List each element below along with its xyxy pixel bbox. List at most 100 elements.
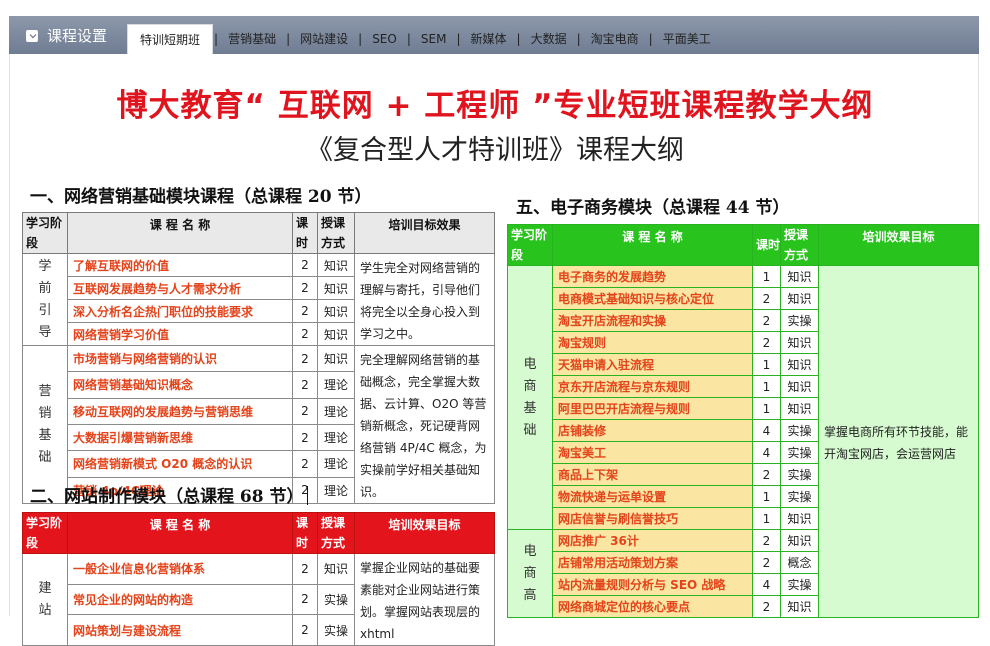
course-method: 知识 <box>780 331 819 354</box>
tab-6[interactable]: 大数据 <box>522 24 576 54</box>
text-cursor <box>306 486 308 505</box>
course-name[interactable]: 网络商城定位的核心要点 <box>552 595 753 618</box>
tab-4[interactable]: SEM <box>412 24 456 54</box>
tab-2[interactable]: 网站建设 <box>291 24 357 54</box>
table-header-row: 学习阶段课 程 名 称课时 授课方式 培训目标效果 <box>22 212 495 254</box>
tab-7[interactable]: 淘宝电商 <box>582 24 648 54</box>
course-settings-tabbar: 课程设置 特训短期班 | 营销基础 | 网站建设 | SEO | SEM | 新媒体 | 大数据 | 淘宝电… <box>9 16 979 54</box>
header-hours-label: 课时 <box>756 238 781 252</box>
course-name[interactable]: 淘宝美工 <box>552 441 753 464</box>
section-5-title: 五、电子商务模块（总课程 44 节） <box>516 198 790 218</box>
course-name[interactable]: 淘宝开店流程和实操 <box>552 309 753 332</box>
course-name[interactable]: 淘宝规则 <box>552 331 753 354</box>
course-hours: 2 <box>292 397 318 425</box>
course-method: 实操 <box>317 614 355 646</box>
header-hours: 课时 <box>752 224 781 266</box>
course-name[interactable]: 一般企业信息化营销体系 <box>67 553 293 585</box>
tab-8[interactable]: 平面美工 <box>654 24 720 54</box>
course-method: 实操 <box>780 419 819 442</box>
course-settings-header[interactable]: 课程设置 <box>26 25 107 46</box>
header-stage: 学习阶段 <box>507 224 553 266</box>
course-name[interactable]: 网店信誉与刷信誉技巧 <box>552 507 753 530</box>
course-method: 知识 <box>317 322 355 346</box>
course-name[interactable]: 站内流量规则分析与 SEO 战略 <box>552 573 753 596</box>
group-label-text: 电 商 高 <box>523 543 537 603</box>
header-stage: 学习阶段 <box>22 512 68 554</box>
course-name[interactable]: 天猫申请入驻流程 <box>552 353 753 376</box>
course-method: 知识 <box>317 253 355 277</box>
course-method: 实操 <box>780 485 819 508</box>
header-hours-label: 课时 <box>296 516 309 550</box>
course-hours: 2 <box>292 614 318 646</box>
course-name[interactable]: 市场营销与网络营销的认识 <box>67 344 293 373</box>
course-name[interactable]: 网络营销基础知识概念 <box>67 371 293 399</box>
course-name[interactable]: 电子商务的发展趋势 <box>552 265 753 288</box>
course-name[interactable]: 大数据引爆营销新思维 <box>67 423 293 452</box>
table-row: 学 前 引 导了解互联网的价值 2 知识 学生完全对网络营销的理解与寄托，引导他们将完… <box>22 253 495 346</box>
course-method: 知识 <box>317 276 355 300</box>
course-method: 实操 <box>780 441 819 464</box>
course-hours: 2 <box>752 463 781 486</box>
course-hours: 1 <box>752 485 781 508</box>
course-settings-title: 课程设置 <box>47 27 108 45</box>
course-name[interactable]: 深入分析名企热门职位的技能要求 <box>67 299 293 323</box>
goal-text: 学生完全对网络营销的理解与寄托，引导他们将完全以全身心投入到学习之中。 <box>354 253 495 346</box>
section-5-table: 学习阶段课 程 名 称课时 授课方式 培训效果目标电 商 基 础电子商务的发展趋势 1… <box>507 224 979 618</box>
course-hours: 4 <box>752 573 781 596</box>
course-name[interactable]: 移动互联网的发展趋势与营销思维 <box>67 397 293 425</box>
course-name[interactable]: 商品上下架 <box>552 463 753 486</box>
course-name[interactable]: 店铺常用活动策划方案 <box>552 551 753 574</box>
course-method: 知识 <box>317 553 355 585</box>
course-method: 实操 <box>780 573 819 596</box>
course-name[interactable]: 网店推广 36计 <box>552 529 753 552</box>
group-label: 建 站 <box>22 553 68 646</box>
header-stage-label: 学习阶段 <box>26 516 63 550</box>
course-method: 知识 <box>780 265 819 288</box>
group-label: 学 前 引 导 <box>22 253 68 346</box>
course-name[interactable]: 常见企业的网站的构造 <box>67 583 293 616</box>
course-hours: 2 <box>292 450 318 478</box>
course-hours: 2 <box>292 583 318 616</box>
course-hours: 2 <box>292 322 318 346</box>
header-hours: 课时 <box>292 512 318 554</box>
tab-0[interactable]: 特训短期班 <box>127 24 214 54</box>
course-method: 理论 <box>317 371 355 399</box>
course-hours: 1 <box>752 353 781 376</box>
course-hours: 4 <box>752 419 781 442</box>
group-label-text: 建 站 <box>38 580 52 618</box>
course-name[interactable]: 电商模式基础知识与核心定位 <box>552 287 753 310</box>
section-1-table: 学习阶段课 程 名 称课时 授课方式 培训目标效果学 前 引 导了解互联网的价值 2 知… <box>22 212 495 505</box>
header-course-name: 课 程 名 称 <box>552 224 753 266</box>
course-name[interactable]: 阿里巴巴开店流程与规则 <box>552 397 753 420</box>
course-hours: 4 <box>752 441 781 464</box>
course-hours: 2 <box>752 331 781 354</box>
course-name[interactable]: 网站策划与建设流程 <box>67 614 293 646</box>
course-method: 知识 <box>780 353 819 376</box>
course-name[interactable]: 网络营销新模式 O20 概念的认识 <box>67 450 293 478</box>
course-name[interactable]: 网络营销学习价值 <box>67 322 293 346</box>
header-stage-label: 学习阶段 <box>511 228 548 262</box>
course-method: 实操 <box>780 309 819 332</box>
header-method-label: 授课方式 <box>784 228 809 262</box>
course-method: 知识 <box>780 595 819 618</box>
course-name[interactable]: 互联网发展趋势与人才需求分析 <box>67 276 293 300</box>
course-method: 知识 <box>780 287 819 310</box>
tab-3[interactable]: SEO <box>363 24 406 54</box>
course-name[interactable]: 店铺装修 <box>552 419 753 442</box>
course-method: 知识 <box>780 375 819 398</box>
table-row: 电 商 基 础电子商务的发展趋势 1 知识 掌握电商所有环节技能，能开淘宝网店，会运营… <box>507 265 979 618</box>
group-label-text: 学 前 引 导 <box>38 258 52 340</box>
course-hours: 1 <box>752 507 781 530</box>
course-hours: 2 <box>292 553 318 585</box>
group-label: 电 商 高 <box>507 529 553 618</box>
tab-5[interactable]: 新媒体 <box>462 24 516 54</box>
course-hours: 2 <box>752 309 781 332</box>
course-name[interactable]: 了解互联网的价值 <box>67 253 293 277</box>
course-method: 概念 <box>780 551 819 574</box>
tab-1[interactable]: 营销基础 <box>219 24 285 54</box>
course-hours: 2 <box>292 423 318 452</box>
course-hours: 2 <box>752 551 781 574</box>
course-name[interactable]: 京东开店流程与京东规则 <box>552 375 753 398</box>
course-name[interactable]: 物流快递与运单设置 <box>552 485 753 508</box>
checkbox-icon <box>26 29 38 42</box>
